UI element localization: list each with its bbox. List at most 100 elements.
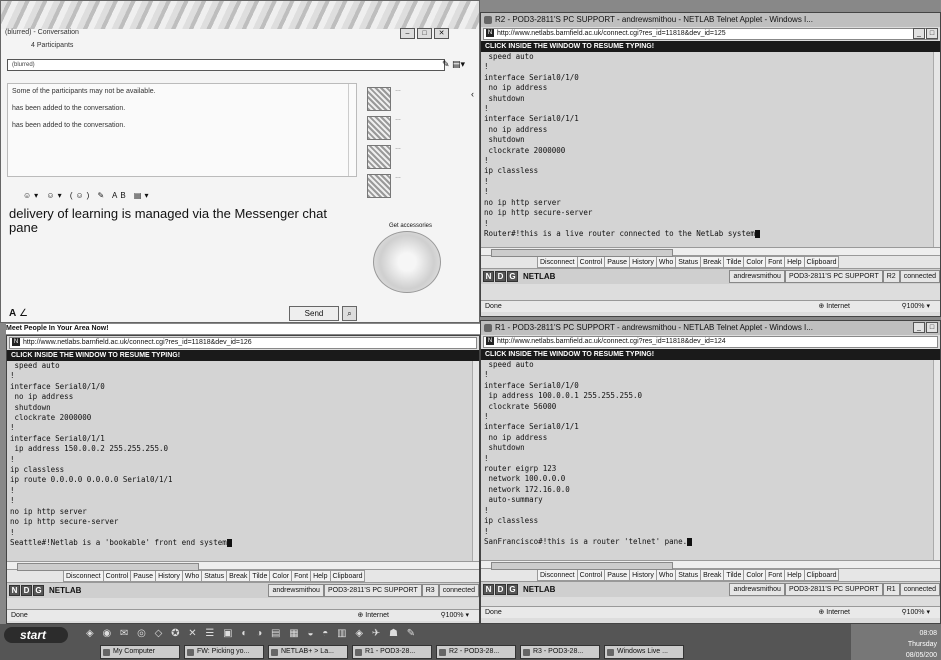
color-button[interactable]: Color — [743, 256, 767, 268]
send-button[interactable]: Send — [289, 306, 339, 321]
connection-state: connected — [899, 270, 940, 283]
taskbar-item[interactable]: Windows Live ... — [604, 645, 684, 659]
tilde-button[interactable]: Tilde — [723, 256, 745, 268]
terminal-line: clockrate 2000000 — [484, 145, 566, 155]
break-button[interactable]: Break — [700, 256, 725, 268]
address-bar[interactable]: Nhttp://www.netlabs.barnfield.ac.uk/conn… — [9, 337, 477, 349]
control-button[interactable]: Control — [102, 570, 132, 582]
font-button[interactable]: Font — [765, 256, 786, 268]
terminal-line: ip address 150.0.0.2 255.255.255.0 — [10, 444, 169, 454]
font-button[interactable]: Font — [291, 570, 312, 582]
taskbar-item[interactable]: R1 - POD3-28... — [352, 645, 432, 659]
participant-item[interactable]: … — [367, 174, 467, 198]
compose-input[interactable]: delivery of learning is managed via the … — [9, 207, 359, 235]
minimize-button[interactable]: – — [400, 28, 415, 39]
get-accessories-link[interactable]: Get accessories — [389, 223, 432, 229]
horizontal-scrollbar[interactable] — [7, 561, 479, 571]
font-button[interactable]: Font — [765, 569, 786, 581]
resume-banner[interactable]: CLICK INSIDE THE WINDOW TO RESUME TYPING… — [481, 349, 940, 360]
color-button[interactable]: Color — [269, 570, 293, 582]
terminal-pane[interactable]: speed auto! interface Serial0/1/0 ip addr… — [481, 360, 940, 560]
control-button[interactable]: Control — [576, 256, 606, 268]
tilde-button[interactable]: Tilde — [723, 569, 745, 581]
minimize-button[interactable]: _ — [913, 28, 925, 39]
resume-banner[interactable]: CLICK INSIDE THE WINDOW TO RESUME TYPING… — [481, 41, 940, 52]
minimize-button[interactable]: _ — [913, 322, 925, 333]
clipboard-button[interactable]: Clipboard — [803, 569, 840, 581]
netlab-window-r1: R1 - POD3-2811'S PC SUPPORT - andrewsmit… — [480, 320, 941, 624]
horizontal-scrollbar[interactable] — [481, 560, 940, 570]
history-button[interactable]: History — [629, 569, 657, 581]
taskbar-item[interactable]: R3 - POD3-28... — [520, 645, 600, 659]
break-button[interactable]: Break — [226, 570, 251, 582]
pause-button[interactable]: Pause — [604, 256, 631, 268]
chat-message: has been added to the conversation. — [12, 105, 126, 112]
address-bar[interactable]: Nhttp://www.netlabs.barnfield.ac.uk/conn… — [483, 28, 938, 40]
terminal-pane[interactable]: speed auto! interface Serial0/1/0 no ip a… — [481, 52, 940, 247]
maximize-button[interactable]: □ — [417, 28, 432, 39]
horizontal-scrollbar[interactable] — [481, 247, 940, 257]
who-button[interactable]: Who — [655, 569, 677, 581]
chat-window-controls: – □ ✕ — [400, 28, 449, 39]
who-button[interactable]: Who — [181, 570, 203, 582]
close-button[interactable]: ✕ — [434, 28, 449, 39]
disconnect-button[interactable]: Disconnect — [537, 256, 578, 268]
participant-item[interactable]: … — [367, 116, 467, 140]
terminal-pane[interactable]: speed auto! interface Serial0/1/0 no ip a… — [7, 361, 479, 561]
vertical-scrollbar[interactable] — [472, 361, 479, 561]
color-button[interactable]: Color — [743, 569, 767, 581]
taskbar-item[interactable]: FW: Picking yo... — [184, 645, 264, 659]
pause-button[interactable]: Pause — [130, 570, 157, 582]
tilde-button[interactable]: Tilde — [249, 570, 271, 582]
history-scrollbar[interactable] — [348, 84, 356, 176]
format-toolbar[interactable]: ☺▾ ☺▾ (☺) ✎ AB ▤▾ — [23, 191, 151, 200]
terminal-prompt: Seattle#!Netlab is a 'bookable' front en… — [10, 538, 479, 548]
vertical-scrollbar[interactable] — [933, 52, 940, 247]
terminal-line: speed auto — [484, 360, 534, 369]
collapse-arrow-icon[interactable]: ‹ — [471, 89, 474, 99]
pause-button[interactable]: Pause — [604, 569, 631, 581]
history-button[interactable]: History — [629, 256, 657, 268]
pen-icon[interactable]: ✎ ▤▾ — [442, 59, 465, 70]
search-icon[interactable]: ⌕ — [342, 306, 357, 321]
meet-people-banner[interactable]: Meet People In Your Area Now! — [6, 324, 480, 334]
participant-item[interactable]: … — [367, 87, 467, 111]
status-button[interactable]: Status — [675, 256, 702, 268]
chat-toolbar[interactable]: (blurred) — [7, 59, 445, 71]
clipboard-button[interactable]: Clipboard — [329, 570, 366, 582]
zoom-level[interactable]: ⚲100% ▾ — [901, 301, 930, 312]
history-button[interactable]: History — [155, 570, 183, 582]
status-button[interactable]: Status — [201, 570, 228, 582]
help-button[interactable]: Help — [784, 256, 805, 268]
terminal-line: shutdown — [484, 135, 525, 145]
clipboard-button[interactable]: Clipboard — [803, 256, 840, 268]
taskbar-item[interactable]: My Computer — [100, 645, 180, 659]
netlab-brand: NETLAB — [523, 272, 556, 281]
resume-banner[interactable]: CLICK INSIDE THE WINDOW TO RESUME TYPING… — [7, 350, 479, 361]
help-button[interactable]: Help — [310, 570, 331, 582]
zoom-level[interactable]: ⚲100% ▾ — [901, 607, 930, 618]
maximize-button[interactable]: □ — [926, 322, 938, 333]
help-button[interactable]: Help — [784, 569, 805, 581]
disconnect-button[interactable]: Disconnect — [537, 569, 578, 581]
start-button[interactable]: start — [4, 627, 68, 643]
control-button[interactable]: Control — [576, 569, 606, 581]
taskbar-item[interactable]: R2 - POD3-28... — [436, 645, 516, 659]
status-button[interactable]: Status — [675, 569, 702, 581]
terminal-line: shutdown — [484, 443, 525, 453]
terminal-line: ! — [484, 187, 489, 197]
font-button[interactable]: A ∠ — [9, 308, 28, 319]
zoom-level[interactable]: ⚲100% ▾ — [440, 610, 469, 621]
participant-item[interactable]: … — [367, 145, 467, 169]
taskbar-item[interactable]: NETLAB+ > La... — [268, 645, 348, 659]
break-button[interactable]: Break — [700, 569, 725, 581]
who-button[interactable]: Who — [655, 256, 677, 268]
quick-launch[interactable]: ◈ ◉ ✉ ◎ ◇ ✪ ✕ ☰ ▣ ◐ ◑ ▤ ▦ ◒ ◓ ▥ ◈ ✈ ☗ ✎ — [86, 628, 418, 639]
disconnect-button[interactable]: Disconnect — [63, 570, 104, 582]
vertical-scrollbar[interactable] — [933, 360, 940, 560]
terminal-line: ! — [484, 218, 489, 228]
address-bar[interactable]: Nhttp://www.netlabs.barnfield.ac.uk/conn… — [483, 336, 938, 348]
terminal-line: ! — [484, 412, 489, 422]
terminal-line: ! — [10, 423, 15, 433]
maximize-button[interactable]: □ — [926, 28, 938, 39]
